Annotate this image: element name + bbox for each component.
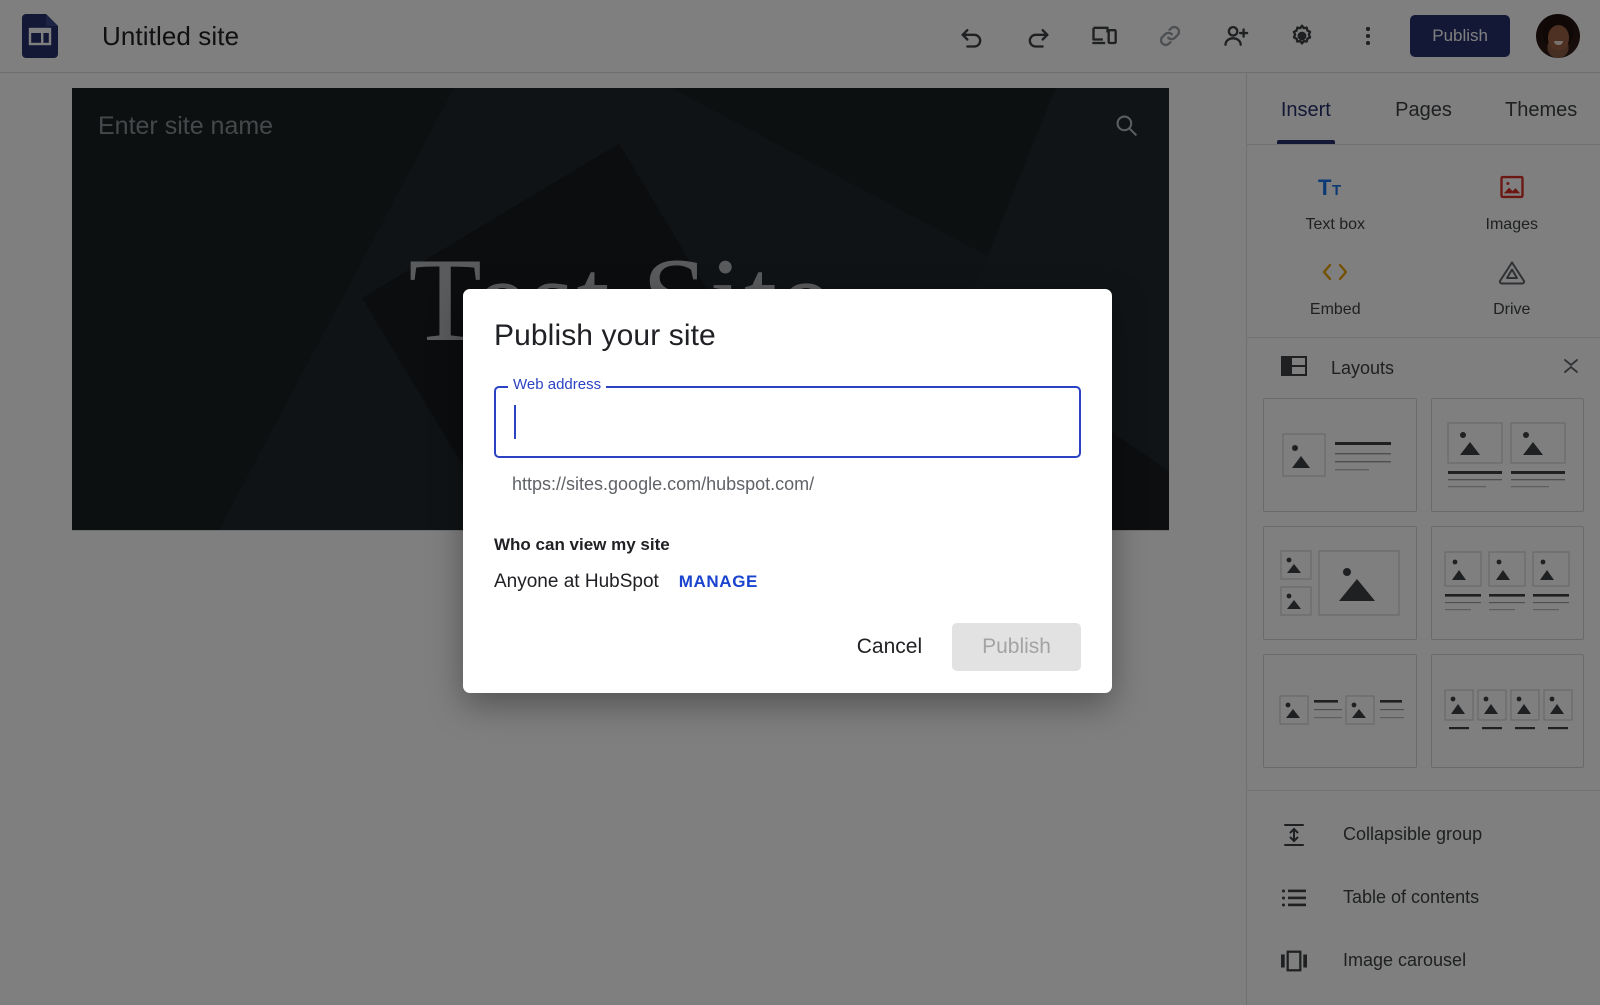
web-address-field-wrap: Web address	[494, 376, 1081, 458]
dialog-title: Publish your site	[494, 319, 716, 352]
web-address-label: Web address	[508, 376, 607, 393]
cancel-button[interactable]: Cancel	[839, 623, 940, 671]
publish-site-dialog: Publish your site Web address https://si…	[463, 289, 1112, 693]
web-address-input[interactable]	[516, 388, 1061, 456]
dialog-actions: Cancel Publish	[839, 623, 1081, 671]
publish-button-dialog[interactable]: Publish	[952, 623, 1081, 671]
who-can-view-label: Who can view my site	[494, 535, 670, 554]
web-address-input-outline[interactable]	[494, 386, 1081, 458]
manage-link[interactable]: MANAGE	[679, 572, 758, 592]
audience-row: Anyone at HubSpot MANAGE	[494, 571, 1081, 593]
published-url-hint: https://sites.google.com/hubspot.com/	[512, 474, 815, 494]
audience-value: Anyone at HubSpot	[494, 571, 659, 592]
google-sites-editor: Untitled site	[0, 0, 1600, 1005]
